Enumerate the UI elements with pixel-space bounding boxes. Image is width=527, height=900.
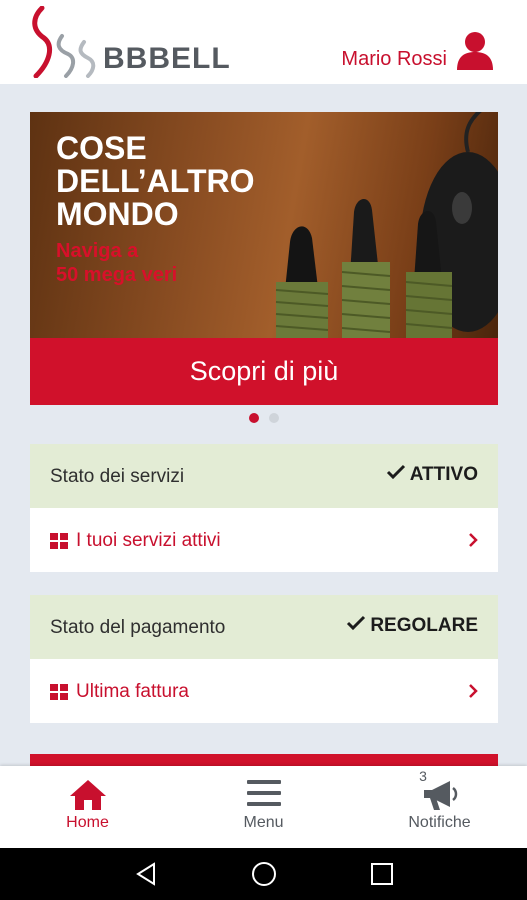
app-header: BBBELL Mario Rossi: [0, 0, 527, 84]
payment-status-text: REGOLARE: [370, 615, 478, 636]
banner-subtitle: Naviga a 50 mega veri: [56, 240, 178, 286]
grid-icon: [50, 533, 68, 549]
user-name[interactable]: Mario Rossi: [341, 48, 447, 71]
last-invoice-link[interactable]: Ultima fattura: [30, 659, 498, 723]
grid-icon: [50, 684, 68, 700]
system-nav-bar: [0, 848, 527, 900]
check-icon: [347, 615, 366, 631]
home-icon: [69, 780, 106, 810]
chevron-right-icon: [469, 684, 478, 698]
discover-more-button[interactable]: Scopri di più: [30, 338, 498, 405]
nav-home[interactable]: Home: [0, 766, 175, 848]
nav-home-label: Home: [66, 814, 109, 831]
payment-status-row: Stato del pagamento REGOLARE: [30, 595, 498, 659]
banner-title: COSE DELL’ALTRO MONDO: [56, 130, 255, 232]
services-status-row: Stato dei servizi ATTIVO: [30, 444, 498, 508]
square-recents-icon[interactable]: [370, 862, 394, 886]
services-status-value: ATTIVO: [386, 464, 478, 486]
nav-menu[interactable]: Menu: [176, 766, 351, 848]
last-invoice-label: Ultima fattura: [76, 681, 189, 702]
banner-image: [275, 112, 498, 338]
promo-banner[interactable]: COSE DELL’ALTRO MONDO Naviga a 50 mega v…: [30, 112, 498, 338]
payment-status-value: REGOLARE: [346, 615, 478, 637]
menu-icon: [246, 780, 281, 806]
user-icon[interactable]: [455, 30, 495, 70]
services-status-text: ATTIVO: [409, 464, 478, 485]
carousel-indicator: [0, 413, 527, 423]
brand-name: BBBELL: [103, 42, 231, 75]
carousel-dot-1[interactable]: [248, 413, 259, 423]
active-services-label: I tuoi servizi attivi: [76, 530, 221, 551]
nav-notifications-label: Notifiche: [408, 814, 471, 831]
notifications-badge: 3: [419, 768, 427, 784]
payment-card: Stato del pagamento REGOLARE Ultima fatt…: [30, 595, 498, 723]
chevron-right-icon: [469, 533, 478, 547]
nav-menu-label: Menu: [243, 814, 284, 831]
nav-notifications[interactable]: Notifiche: [352, 766, 527, 848]
services-card: Stato dei servizi ATTIVO I tuoi servizi …: [30, 444, 498, 572]
check-icon: [386, 464, 405, 480]
circle-home-icon[interactable]: [251, 862, 277, 888]
services-status-label: Stato dei servizi: [50, 466, 185, 487]
bottom-navigation: Home Menu Notifiche: [0, 766, 527, 848]
back-icon[interactable]: [134, 862, 158, 886]
payment-status-label: Stato del pagamento: [50, 617, 226, 638]
active-services-link[interactable]: I tuoi servizi attivi: [30, 508, 498, 572]
carousel-dot-2[interactable]: [268, 413, 279, 423]
